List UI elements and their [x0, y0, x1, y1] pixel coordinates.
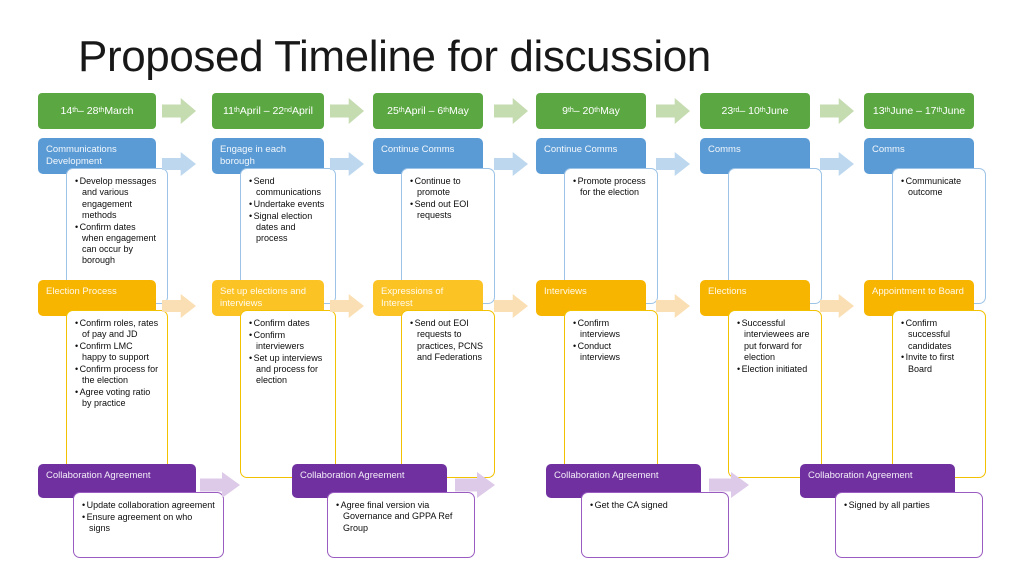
phase-detail-card: Update collaboration agreementEnsure agr… [73, 492, 224, 558]
phase-bullet-list: Send communicationsUndertake eventsSigna… [249, 176, 327, 245]
phase-bullet: Get the CA signed [590, 500, 720, 511]
timeline-arrow-icon [656, 98, 690, 124]
phase-arrow-icon [656, 152, 690, 176]
phase-detail-card: Confirm roles, rates of pay and JDConfir… [66, 310, 168, 478]
phase-bullet: Confirm successful candidates [901, 318, 977, 352]
phase-bullet-list: Confirm datesConfirm interviewersSet up … [249, 318, 327, 387]
phase-arrow-icon [656, 294, 690, 318]
phase-bullet: Election initiated [737, 364, 813, 375]
phase-bullet: Confirm interviewers [249, 330, 327, 353]
phase-bullet-list: Agree final version via Governance and G… [336, 500, 466, 534]
phase-bullet-list: Successful interviewees are put forward … [737, 318, 813, 375]
phase-bullet-list: Confirm successful candidatesInvite to f… [901, 318, 977, 375]
phase-bullet-list: Confirm interviewsConduct interviews [573, 318, 649, 364]
phase-bullet: Send out EOI requests to practices, PCNS… [410, 318, 486, 363]
phase-bullet: Confirm dates [249, 318, 327, 329]
timeline-arrow-icon [330, 98, 364, 124]
phase-detail-card: Confirm interviewsConduct interviews [564, 310, 658, 478]
date-text: April [291, 104, 313, 117]
phase-arrow-icon [494, 294, 528, 318]
date-chip-4[interactable]: 9th – 20th May [536, 93, 646, 129]
phase-bullet: Develop messages and various engagement … [75, 176, 159, 221]
phase-bullet: Confirm process for the election [75, 364, 159, 387]
date-text: 25 [387, 104, 399, 117]
page-title: Proposed Timeline for discussion [78, 32, 711, 81]
phase-bullet-list: Get the CA signed [590, 500, 720, 511]
phase-bullet-list: Promote process for the election [573, 176, 649, 199]
phase-bullet-list: Signed by all parties [844, 500, 974, 511]
timeline-arrow-icon [162, 98, 196, 124]
date-text: – 20 [573, 104, 595, 117]
timeline-arrow-icon [820, 98, 854, 124]
date-text: March [104, 104, 134, 117]
phase-bullet: Agree final version via Governance and G… [336, 500, 466, 534]
phase-detail-card: Agree final version via Governance and G… [327, 492, 475, 558]
date-chip-6[interactable]: 13th June – 17th June [864, 93, 974, 129]
phase-bullet-list: Update collaboration agreementEnsure agr… [82, 500, 215, 534]
phase-bullet-list: Confirm roles, rates of pay and JDConfir… [75, 318, 159, 410]
phase-bullet: Confirm interviews [573, 318, 649, 341]
date-chip-1[interactable]: 14th – 28th March [38, 93, 156, 129]
phase-bullet: Continue to promote [410, 176, 486, 199]
phase-bullet: Agree voting ratio by practice [75, 387, 159, 410]
phase-bullet-list: Continue to promoteSend out EOI requests [410, 176, 486, 222]
phase-arrow-icon [820, 152, 854, 176]
date-text: – 10 [739, 104, 760, 117]
phase-detail-card: Signed by all parties [835, 492, 983, 558]
phase-bullet: Invite to first Board [901, 352, 977, 375]
timeline-arrow-icon [494, 98, 528, 124]
date-text: April – 6 [404, 104, 444, 117]
date-text: 23 [721, 104, 734, 117]
phase-bullet: Set up interviews and process for electi… [249, 353, 327, 387]
date-chip-5[interactable]: 23rd – 10th June [700, 93, 810, 129]
date-text: – 28 [78, 104, 99, 117]
phase-detail-card: Get the CA signed [581, 492, 729, 558]
phase-detail-card: Send out EOI requests to practices, PCNS… [401, 310, 495, 478]
phase-bullet: Ensure agreement on who signs [82, 512, 215, 535]
phase-bullet: Confirm dates when engagement can occur … [75, 222, 159, 267]
phase-bullet-list: Send out EOI requests to practices, PCNS… [410, 318, 486, 363]
date-text: 11 [223, 104, 234, 117]
date-text: June – 17 [890, 104, 937, 117]
date-text: June [942, 104, 966, 117]
phase-bullet: Promote process for the election [573, 176, 649, 199]
phase-bullet: Send communications [249, 176, 327, 199]
slide-canvas: Proposed Timeline for discussion 14th – … [0, 0, 1024, 576]
date-chip-2[interactable]: 11th April – 22nd April [212, 93, 324, 129]
phase-arrow-icon [494, 152, 528, 176]
date-text: May [600, 104, 620, 117]
date-text: May [449, 104, 469, 117]
date-text: 14 [60, 104, 73, 117]
phase-bullet: Signal election dates and process [249, 211, 327, 245]
date-text: April – 22 [239, 104, 285, 117]
date-text: 13 [872, 104, 885, 117]
phase-bullet-list: Communicate outcome [901, 176, 977, 199]
phase-bullet: Signed by all parties [844, 500, 974, 511]
phase-bullet: Confirm LMC happy to support [75, 341, 159, 364]
phase-bullet: Communicate outcome [901, 176, 977, 199]
phase-detail-card: Confirm successful candidatesInvite to f… [892, 310, 986, 478]
phase-bullet: Confirm roles, rates of pay and JD [75, 318, 159, 341]
phase-bullet: Undertake events [249, 199, 327, 210]
phase-bullet: Conduct interviews [573, 341, 649, 364]
phase-arrow-icon [820, 294, 854, 318]
phase-bullet-list: Develop messages and various engagement … [75, 176, 159, 267]
phase-detail-card: Successful interviewees are put forward … [728, 310, 822, 478]
phase-bullet: Successful interviewees are put forward … [737, 318, 813, 363]
date-chip-3[interactable]: 25th April – 6th May [373, 93, 483, 129]
phase-bullet: Update collaboration agreement [82, 500, 215, 511]
phase-detail-card: Confirm datesConfirm interviewersSet up … [240, 310, 336, 478]
date-text: June [765, 104, 789, 117]
phase-bullet: Send out EOI requests [410, 199, 486, 222]
